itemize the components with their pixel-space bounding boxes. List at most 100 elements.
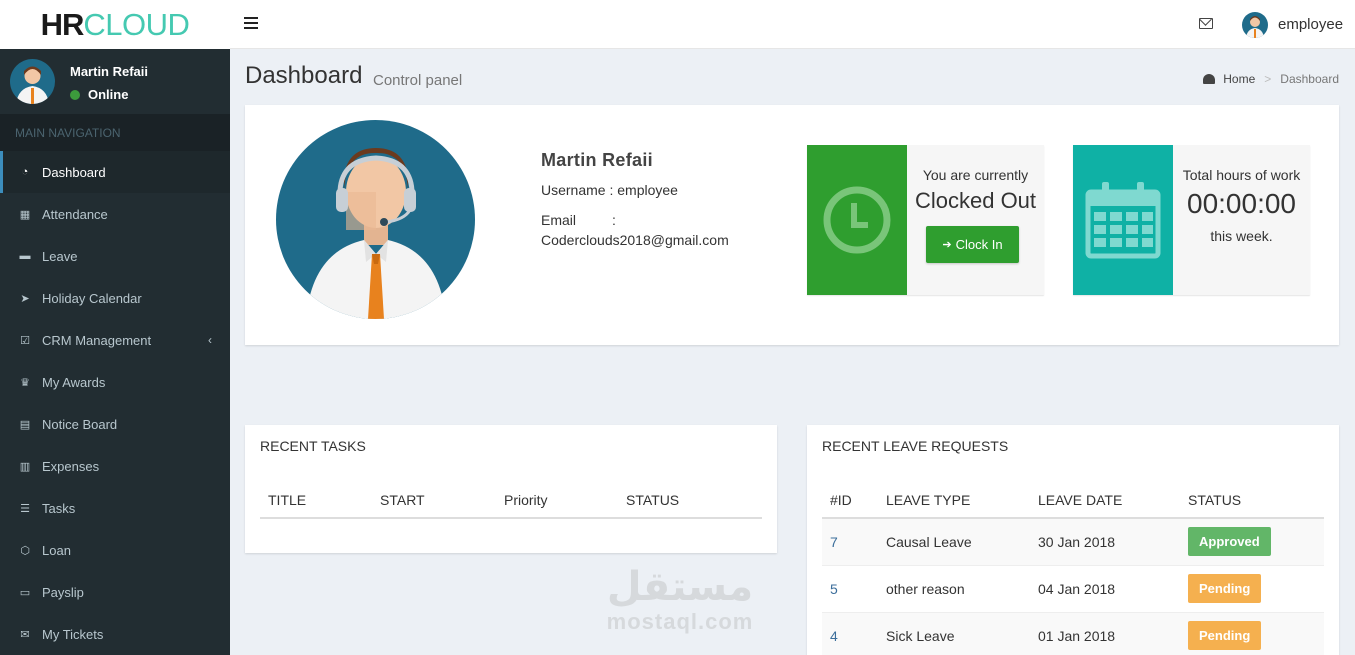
hamburger-menu-icon[interactable] (244, 17, 258, 29)
top-navbar: employee (230, 0, 1355, 49)
table-header-row: #ID LEAVE TYPE LEAVE DATE STATUS (822, 483, 1324, 519)
app-logo[interactable]: HR CLOUD (0, 0, 230, 49)
user-avatar[interactable] (1242, 12, 1268, 38)
sidebar-item-my-tickets[interactable]: ✉ My Tickets (0, 613, 230, 655)
sidebar-item-crm-management[interactable]: ☑ CRM Management ‹ (0, 319, 230, 361)
nav-header: MAIN NAVIGATION (0, 114, 230, 151)
clock-icon (807, 145, 907, 295)
sidebar-item-expenses[interactable]: ▥ Expenses (0, 445, 230, 487)
sidebar-item-label: Loan (42, 542, 71, 558)
leave-id-link[interactable]: 4 (830, 628, 838, 644)
leave-type-cell: Causal Leave (878, 517, 1030, 565)
table-row: 4 Sick Leave 01 Jan 2018 Pending (822, 611, 1324, 655)
profile-email: Coderclouds2018@gmail.com (541, 232, 729, 248)
chevron-left-icon: ‹ (208, 333, 212, 347)
column-header-start: START (372, 483, 496, 519)
column-header-title: TITLE (260, 483, 372, 519)
online-status-label: Online (88, 87, 129, 102)
breadcrumb: Home > Dashboard (1203, 72, 1339, 86)
watermark-arabic: مستقل (606, 564, 754, 610)
clock-in-button[interactable]: ➔ Clock In (926, 226, 1019, 263)
page-title: Dashboard (245, 62, 363, 89)
leave-id-link[interactable]: 7 (830, 534, 838, 550)
page-subtitle: Control panel (373, 72, 463, 89)
profile-email-colon: : (612, 212, 616, 228)
clock-status-state: Clocked Out (914, 188, 1037, 213)
recent-leave-card: RECENT LEAVE REQUESTS #ID LEAVE TYPE LEA… (807, 425, 1339, 655)
table-header-row: TITLE START Priority STATUS (260, 483, 762, 519)
sidebar-item-label: Dashboard (42, 164, 106, 180)
work-hours-period: this week. (1210, 228, 1273, 244)
leave-date-cell: 30 Jan 2018 (1030, 517, 1180, 565)
mostaql-watermark: مستقل mostaql.com (590, 565, 770, 635)
sidebar-item-tasks[interactable]: ☰ Tasks (0, 487, 230, 529)
sidebar-item-holiday-calendar[interactable]: ➤ Holiday Calendar (0, 277, 230, 319)
table-row: 7 Causal Leave 30 Jan 2018 Approved (822, 517, 1324, 565)
status-badge: Approved (1188, 527, 1271, 557)
work-hours-label: Total hours of work (1182, 167, 1301, 183)
sidebar-item-label: Leave (42, 248, 78, 264)
top-username[interactable]: employee (1278, 16, 1343, 33)
sidebar-item-attendance[interactable]: ▦ Attendance (0, 193, 230, 235)
column-header-leave-type: LEAVE TYPE (878, 483, 1030, 519)
sticky-note-icon: ▤ (19, 418, 31, 431)
column-header-status: STATUS (1180, 483, 1324, 519)
clock-status-line1: You are currently (922, 167, 1029, 183)
sidebar-item-label: Tasks (42, 500, 76, 516)
sidebar-item-label: My Tickets (42, 626, 104, 642)
column-header-leave-date: LEAVE DATE (1030, 483, 1180, 519)
sidebar-item-leave[interactable]: ▬ Leave (0, 235, 230, 277)
recent-tasks-title: RECENT TASKS (260, 438, 366, 454)
sidebar-item-label: Attendance (42, 206, 108, 222)
dashboard-icon: ◔ (21, 166, 29, 178)
recent-tasks-card: RECENT TASKS TITLE START Priority STATUS (245, 425, 777, 553)
table-row: 5 other reason 04 Jan 2018 Pending (822, 564, 1324, 612)
envelope-icon[interactable] (1199, 18, 1213, 29)
sidebar-item-payslip[interactable]: ▭ Payslip (0, 571, 230, 613)
dashboard-icon (1203, 74, 1216, 84)
status-badge: Pending (1188, 574, 1262, 603)
column-header-id: #ID (822, 483, 878, 519)
breadcrumb-separator: > (1264, 72, 1272, 86)
recent-leave-table: #ID LEAVE TYPE LEAVE DATE STATUS 7 Causa… (822, 483, 1324, 655)
envelope-icon: ✉ (20, 628, 30, 641)
sidebar-user-panel: Martin Refaii Online (0, 49, 230, 114)
clock-status-box: You are currently Clocked Out ➔ Clock In (807, 145, 1044, 295)
online-dot-icon (70, 89, 80, 100)
leave-id-link[interactable]: 5 (830, 581, 838, 597)
sidebar-item-label: My Awards (42, 374, 106, 390)
sidebar-item-label: CRM Management (42, 332, 152, 348)
recent-tasks-table: TITLE START Priority STATUS (260, 483, 762, 519)
status-badge: Pending (1188, 621, 1262, 651)
sidebar-item-my-awards[interactable]: ♛ My Awards (0, 361, 230, 403)
sidebar-item-label: Holiday Calendar (42, 290, 142, 306)
online-status: Online (70, 87, 128, 102)
profile-username: Username : employee (541, 182, 678, 198)
sidebar-item-label: Notice Board (42, 416, 118, 432)
sign-in-icon: ➔ (942, 239, 952, 251)
calendar-check-icon: ☑ (20, 334, 30, 347)
breadcrumb-home[interactable]: Home (1223, 72, 1255, 86)
calendar-icon: ▦ (19, 208, 31, 221)
sidebar-item-label: Payslip (42, 584, 84, 600)
calendar-icon (1073, 145, 1173, 295)
sidebar-avatar (10, 59, 55, 104)
work-hours-value: 00:00:00 (1187, 188, 1296, 219)
work-hours-box: Total hours of work 00:00:00 this week. (1073, 145, 1310, 295)
trophy-icon: ♛ (20, 376, 30, 389)
leave-date-cell: 04 Jan 2018 (1030, 564, 1180, 612)
print-icon: ▭ (19, 586, 31, 599)
sidebar-item-dashboard[interactable]: ◔ Dashboard (0, 151, 230, 193)
sidebar-item-label: Expenses (42, 458, 100, 474)
leave-date-cell: 01 Jan 2018 (1030, 611, 1180, 655)
paper-plane-icon: ➤ (20, 292, 30, 305)
watermark-latin: mostaql.com (606, 609, 754, 634)
recent-leave-title: RECENT LEAVE REQUESTS (822, 438, 1009, 454)
sidebar-item-loan[interactable]: ⬡ Loan (0, 529, 230, 571)
cube-icon: ⬡ (20, 544, 30, 557)
clock-in-button-label: Clock In (955, 237, 1003, 252)
logo-hr: HR (40, 6, 85, 42)
bed-icon: ▬ (19, 250, 31, 262)
sidebar-item-notice-board[interactable]: ▤ Notice Board (0, 403, 230, 445)
column-header-priority: Priority (496, 483, 618, 519)
